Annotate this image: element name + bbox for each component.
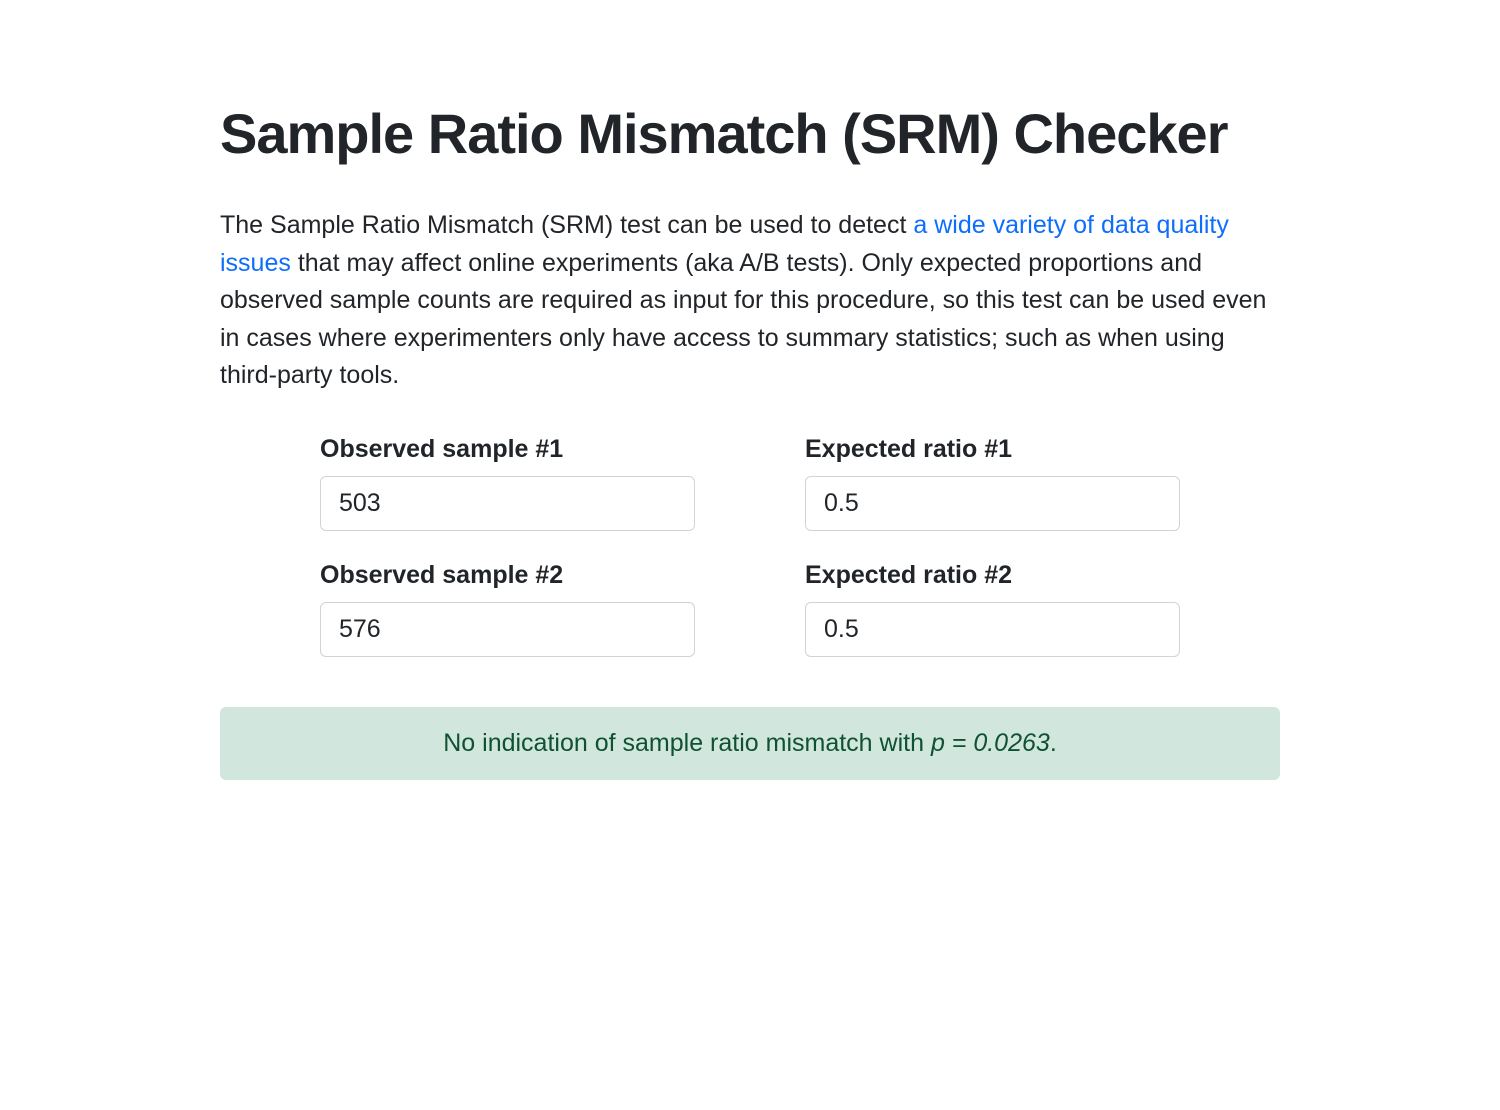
observed-sample-1-label: Observed sample #1 [320, 435, 695, 464]
intro-text-before: The Sample Ratio Mismatch (SRM) test can… [220, 211, 913, 239]
expected-ratio-2-label: Expected ratio #2 [805, 561, 1180, 590]
observed-sample-2-input[interactable] [320, 602, 695, 657]
intro-paragraph: The Sample Ratio Mismatch (SRM) test can… [220, 207, 1280, 395]
expected-ratio-2-group: Expected ratio #2 [805, 561, 1180, 657]
result-text-suffix: . [1050, 729, 1057, 757]
observed-sample-1-group: Observed sample #1 [320, 435, 695, 531]
expected-ratio-1-label: Expected ratio #1 [805, 435, 1180, 464]
expected-ratio-2-input[interactable] [805, 602, 1180, 657]
observed-sample-2-label: Observed sample #2 [320, 561, 695, 590]
input-form-grid: Observed sample #1 Expected ratio #1 Obs… [220, 435, 1280, 657]
result-text-prefix: No indication of sample ratio mismatch w… [443, 729, 931, 757]
observed-sample-2-group: Observed sample #2 [320, 561, 695, 657]
observed-sample-1-input[interactable] [320, 476, 695, 531]
page-title: Sample Ratio Mismatch (SRM) Checker [220, 100, 1280, 167]
intro-text-after: that may affect online experiments (aka … [220, 249, 1266, 390]
expected-ratio-1-group: Expected ratio #1 [805, 435, 1180, 531]
result-pvalue: p = 0.0263 [931, 729, 1050, 757]
expected-ratio-1-input[interactable] [805, 476, 1180, 531]
result-alert: No indication of sample ratio mismatch w… [220, 707, 1280, 780]
